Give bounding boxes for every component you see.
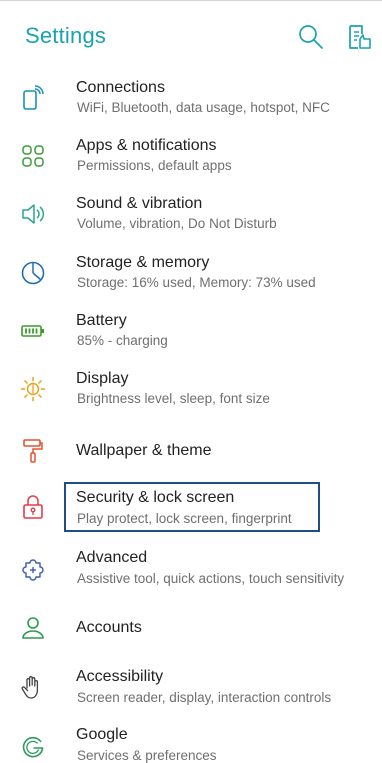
speaker-icon bbox=[22, 204, 45, 224]
item-title: Apps & notifications bbox=[76, 137, 217, 154]
item-subtitle: Volume, vibration, Do Not Disturb bbox=[77, 216, 277, 231]
item-title: Accessibility bbox=[76, 668, 164, 685]
person-icon bbox=[22, 617, 44, 639]
help-document-icon[interactable] bbox=[346, 23, 374, 51]
settings-item-wallpaper-theme[interactable]: Wallpaper & theme bbox=[0, 424, 382, 482]
settings-item-display[interactable]: Display Brightness level, sleep, font si… bbox=[0, 366, 382, 424]
settings-item-sound-vibration[interactable]: Sound & vibration Volume, vibration, Do … bbox=[0, 191, 382, 249]
settings-item-security-lock-screen[interactable]: Security & lock screen Play protect, loc… bbox=[0, 483, 382, 541]
settings-item-connections[interactable]: Connections WiFi, Bluetooth, data usage,… bbox=[0, 75, 382, 133]
item-title: Display bbox=[76, 370, 129, 387]
settings-item-battery[interactable]: Battery 85% - charging bbox=[0, 308, 382, 366]
item-subtitle: Permissions, default apps bbox=[77, 158, 232, 173]
item-title: Battery bbox=[76, 312, 127, 329]
storage-pie-icon bbox=[21, 261, 45, 285]
puzzle-plus-icon bbox=[22, 559, 44, 581]
item-subtitle: Storage: 16% used, Memory: 73% used bbox=[77, 275, 316, 290]
battery-icon bbox=[21, 325, 44, 337]
lock-icon bbox=[23, 495, 43, 519]
settings-item-accessibility[interactable]: Accessibility Screen reader, display, in… bbox=[0, 662, 382, 720]
item-subtitle: Services & preferences bbox=[77, 748, 217, 763]
settings-item-apps-notifications[interactable]: Apps & notifications Permissions, defaul… bbox=[0, 133, 382, 191]
item-subtitle: Play protect, lock screen, fingerprint bbox=[77, 511, 292, 526]
app-bar: Settings bbox=[0, 0, 382, 70]
item-title: Accounts bbox=[76, 619, 142, 636]
brightness-icon bbox=[20, 376, 46, 402]
item-subtitle: Assistive tool, quick actions, touch sen… bbox=[77, 571, 345, 586]
item-title: Connections bbox=[76, 79, 165, 96]
item-subtitle: Brightness level, sleep, font size bbox=[77, 391, 270, 406]
page-title: Settings bbox=[25, 23, 107, 48]
settings-item-google[interactable]: Google Services & preferences bbox=[0, 720, 382, 763]
item-subtitle: 85% - charging bbox=[77, 333, 168, 348]
item-title: Security & lock screen bbox=[76, 489, 235, 506]
item-title: Sound & vibration bbox=[76, 195, 203, 212]
item-subtitle: Screen reader, display, interaction cont… bbox=[77, 690, 332, 705]
google-icon bbox=[22, 736, 44, 758]
item-subtitle: WiFi, Bluetooth, data usage, hotspot, NF… bbox=[77, 100, 330, 115]
paint-roller-icon bbox=[23, 439, 43, 463]
settings-item-storage-memory[interactable]: Storage & memory Storage: 16% used, Memo… bbox=[0, 250, 382, 308]
item-title: Advanced bbox=[76, 549, 148, 566]
settings-item-advanced[interactable]: Advanced Assistive tool, quick actions, … bbox=[0, 545, 382, 603]
hand-icon bbox=[21, 676, 39, 699]
apps-grid-icon bbox=[22, 145, 44, 167]
connections-phone-icon bbox=[23, 85, 44, 110]
item-title: Storage & memory bbox=[76, 254, 210, 271]
search-icon[interactable] bbox=[297, 23, 325, 51]
item-title: Google bbox=[76, 726, 128, 743]
item-title: Wallpaper & theme bbox=[76, 442, 212, 459]
settings-item-accounts[interactable]: Accounts bbox=[0, 603, 382, 661]
